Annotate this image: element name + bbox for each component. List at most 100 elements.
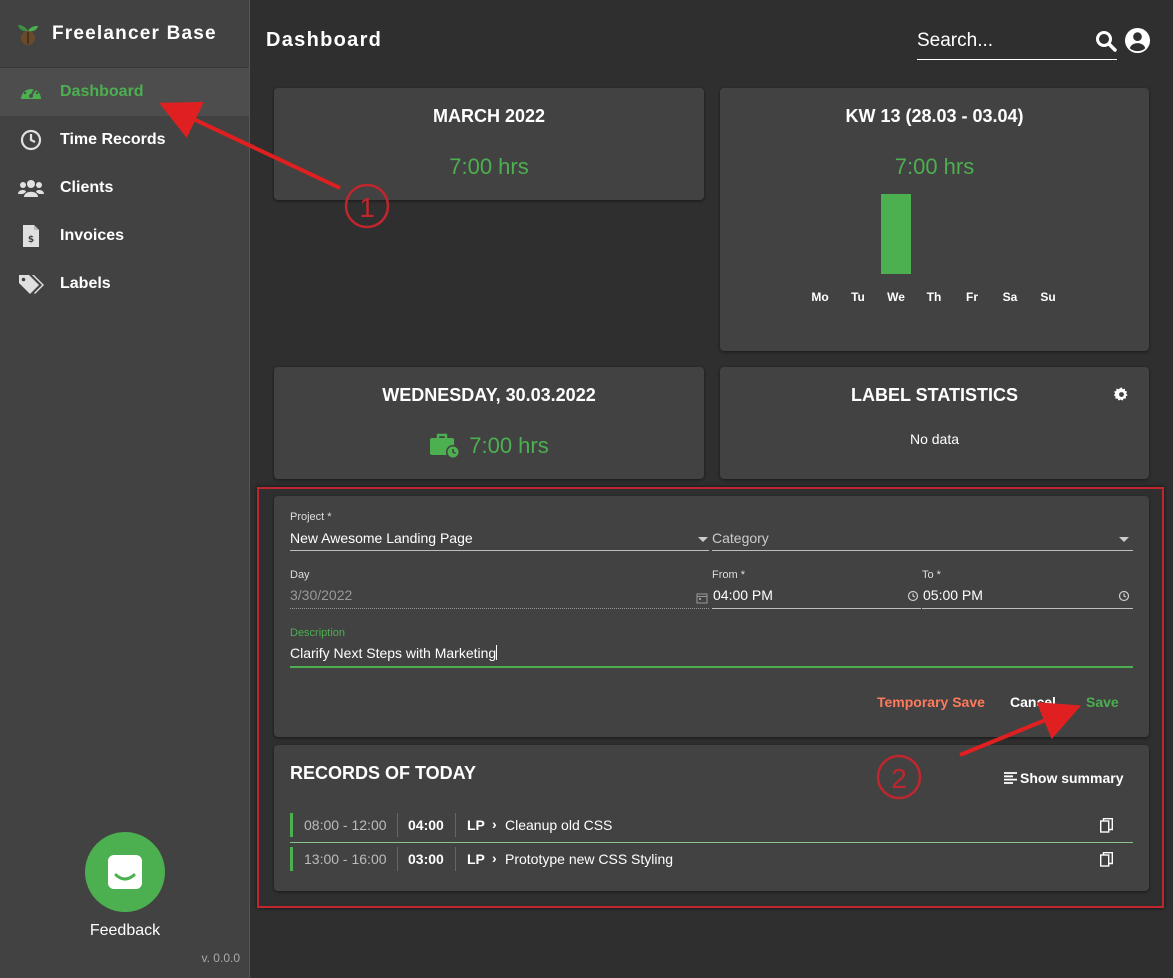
gear-icon[interactable]: [1114, 387, 1129, 402]
week-bar-chart: [720, 194, 1149, 274]
account-icon[interactable]: [1124, 27, 1151, 54]
speedometer-icon: [18, 80, 44, 104]
sidebar-item-clients[interactable]: Clients: [0, 164, 249, 212]
save-button[interactable]: Save: [1086, 694, 1119, 710]
record-divider-line: [290, 842, 1133, 843]
no-data-text: No data: [909, 431, 960, 447]
week-hours: 7:00 hrs: [894, 154, 975, 179]
sidebar-item-label: Labels: [60, 275, 111, 292]
week-card: KW 13 (28.03 - 03.04) 7:00 hrs Mo Tu We Th F…: [720, 88, 1149, 351]
search-icon[interactable]: [1095, 30, 1117, 52]
svg-text:$: $: [28, 235, 34, 245]
day-title: WEDNESDAY, 30.03.2022: [382, 385, 596, 405]
version: v. 0.0.0: [201, 951, 240, 965]
description-input[interactable]: Clarify Next Steps with Marketing: [290, 645, 498, 661]
to-underline: [922, 608, 1133, 609]
day-label-su: Su: [1040, 290, 1056, 304]
sidebar-item-label: Invoices: [60, 227, 125, 244]
record-row[interactable]: 13:00 - 16:00 03:00 LP › Prototype new C…: [290, 847, 1133, 871]
label-stats-card: LABEL STATISTICS No data: [720, 367, 1149, 479]
to-time-field[interactable]: 05:00 PM: [923, 587, 983, 603]
month-title: MARCH 2022: [432, 106, 546, 126]
sidebar-item-label: Clients: [60, 179, 114, 196]
month-hours: 7:00 hrs: [449, 154, 529, 179]
record-duration: 03:00: [408, 851, 444, 867]
show-summary-button[interactable]: Show summary: [1004, 770, 1123, 786]
sidebar: Freelancer Base Dashboard Time Records C…: [0, 0, 250, 978]
feedback: Feedback: [85, 832, 165, 939]
description-label: Description: [290, 627, 346, 639]
clock-icon[interactable]: [1118, 589, 1130, 602]
page-title: Dashboard: [266, 29, 383, 51]
record-project: LP: [467, 851, 485, 867]
month-card: MARCH 2022 7:00 hrs: [274, 88, 704, 200]
day-label-th: Th: [926, 290, 942, 304]
feedback-label: Feedback: [89, 922, 161, 939]
day-card: WEDNESDAY, 30.03.2022 7:00 hrs: [274, 367, 704, 479]
briefcase-clock-icon: [430, 433, 461, 459]
category-underline: [712, 550, 1133, 551]
day-label-fr: Fr: [966, 290, 978, 304]
record-divider: [455, 813, 456, 837]
invoice-icon: $: [18, 224, 44, 248]
day-label-mo: Mo: [811, 290, 829, 304]
plant-logo-icon: [18, 24, 38, 45]
dropdown-arrow-icon[interactable]: [1118, 533, 1130, 545]
record-divider: [397, 813, 398, 837]
sidebar-item-label: Time Records: [60, 131, 166, 148]
record-time: 13:00 - 16:00: [304, 851, 387, 867]
calendar-icon[interactable]: [696, 591, 708, 604]
sidebar-item-time-records[interactable]: Time Records: [0, 116, 249, 164]
project-underline: [290, 550, 709, 551]
from-underline: [712, 608, 921, 609]
tags-icon: [18, 272, 44, 296]
day-label-tu: Tu: [851, 290, 865, 304]
sidebar-item-label: Dashboard: [60, 83, 144, 100]
week-title: KW 13 (28.03 - 03.04): [845, 106, 1024, 126]
chevron-right-icon: ›: [492, 816, 497, 832]
users-icon: [18, 176, 44, 200]
record-duration: 04:00: [408, 817, 444, 833]
record-time: 08:00 - 12:00: [304, 817, 387, 833]
day-hours-row: 7:00 hrs: [274, 433, 704, 459]
clock-icon: [18, 128, 44, 152]
project-label: Project *: [290, 511, 332, 523]
day-hours: 7:00 hrs: [469, 433, 549, 458]
day-field[interactable]: 3/30/2022: [290, 587, 352, 603]
record-task: Cleanup old CSS: [505, 817, 613, 833]
record-divider: [455, 847, 456, 871]
label-stats-title: LABEL STATISTICS: [850, 385, 1018, 405]
record-edge: [290, 813, 293, 837]
project-select[interactable]: New Awesome Landing Page: [290, 530, 473, 546]
feedback-button[interactable]: [85, 832, 165, 912]
category-select[interactable]: Category: [712, 530, 769, 546]
record-task: Prototype new CSS Styling: [505, 851, 674, 867]
from-time-field[interactable]: 04:00 PM: [713, 587, 773, 603]
day-label-we: We: [887, 290, 905, 304]
search-bar: [917, 26, 1117, 60]
cancel-button[interactable]: Cancel: [1010, 694, 1056, 710]
description-text: Clarify Next Steps with Marketing: [290, 645, 497, 661]
text-cursor: [496, 645, 498, 660]
temporary-save-button[interactable]: Temporary Save: [877, 694, 985, 710]
dropdown-arrow-icon[interactable]: [697, 533, 709, 545]
sidebar-item-labels[interactable]: Labels: [0, 260, 249, 308]
chevron-right-icon: ›: [492, 850, 497, 866]
show-summary-label: Show summary: [1020, 770, 1124, 786]
chat-icon: [108, 855, 142, 889]
copy-icon[interactable]: [1099, 852, 1113, 870]
brand[interactable]: Freelancer Base: [0, 0, 249, 68]
day-label-sa: Sa: [1002, 290, 1018, 304]
clock-icon[interactable]: [907, 589, 919, 602]
list-icon: [1004, 772, 1017, 784]
record-edge: [290, 847, 293, 871]
day-label: Day: [290, 569, 310, 581]
record-divider: [397, 847, 398, 871]
copy-icon[interactable]: [1099, 818, 1113, 836]
to-label: To *: [922, 569, 941, 581]
search-input[interactable]: [917, 26, 1087, 56]
record-project: LP: [467, 817, 485, 833]
sidebar-item-dashboard[interactable]: Dashboard: [0, 68, 249, 116]
record-row[interactable]: 08:00 - 12:00 04:00 LP › Cleanup old CSS: [290, 813, 1133, 837]
sidebar-item-invoices[interactable]: $ Invoices: [0, 212, 249, 260]
